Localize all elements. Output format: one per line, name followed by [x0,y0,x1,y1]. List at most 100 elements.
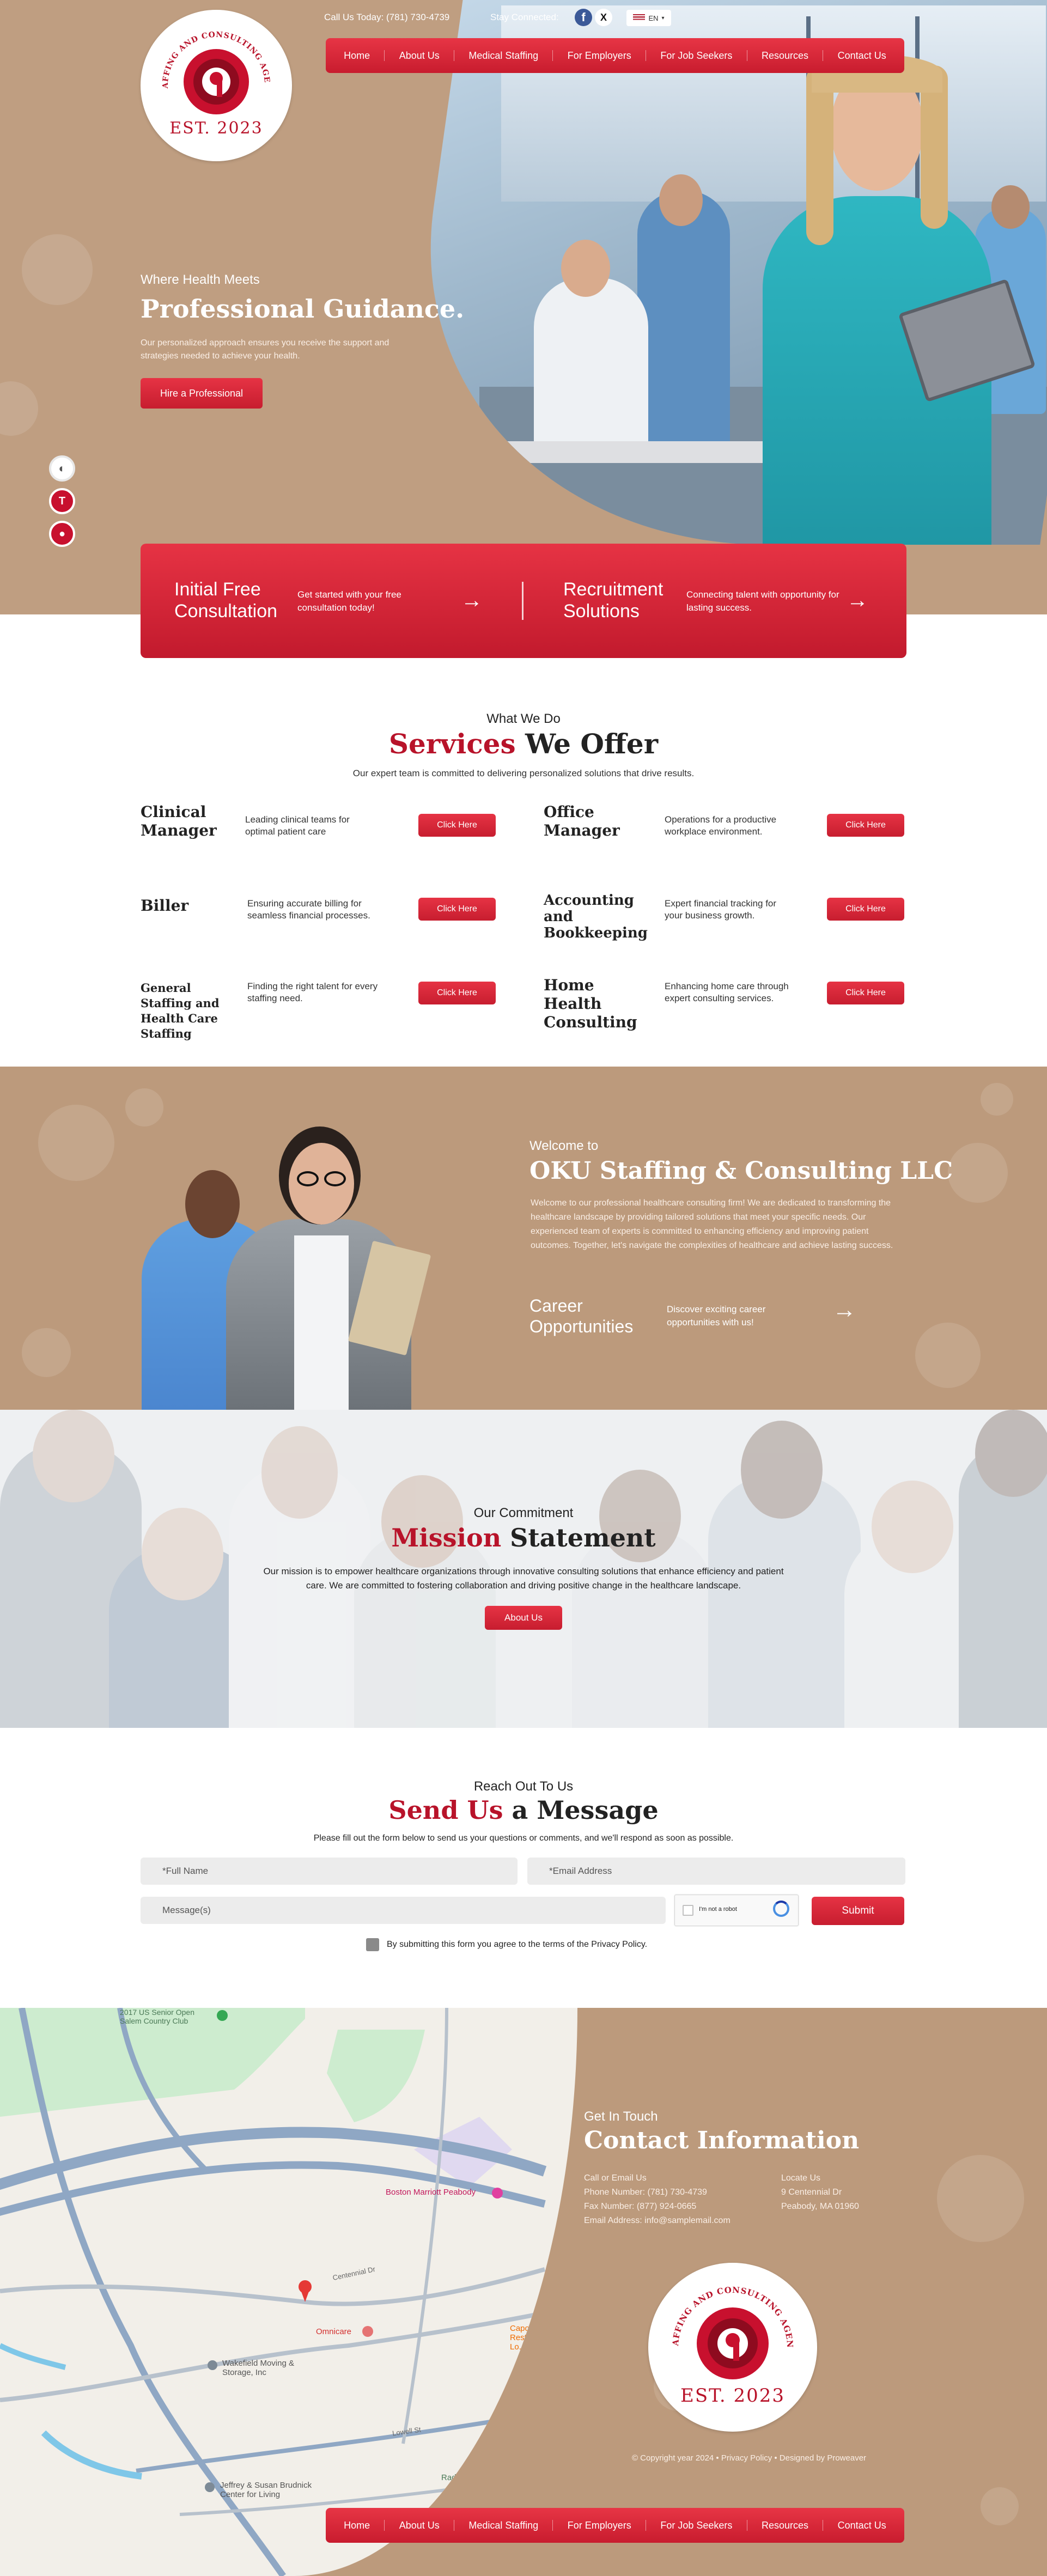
service-click-button[interactable]: Click Here [418,982,496,1004]
footer-nav-item-for-employers[interactable]: For Employers [568,2520,631,2531]
service-desc: Leading clinical teams for optimal patie… [245,814,350,837]
contact-col1-heading: Call or Email Us [584,2173,647,2183]
decor-bubble [981,1083,1013,1116]
services-title-rest: We Offer [515,728,659,760]
contrast-icon[interactable]: ● [49,521,75,547]
nav-item-medical-staffing[interactable]: Medical Staffing [468,50,538,62]
banner-left-body: Get started with your free consultation … [297,589,401,613]
recaptcha-icon [773,1901,789,1917]
facebook-icon[interactable]: f [575,9,592,26]
welcome-eyebrow: Welcome to [529,1138,599,1153]
service-desc: Expert financial tracking for your busin… [665,898,777,921]
form-subtitle: Please fill out the form below to send u… [313,1834,734,1843]
service-click-button[interactable]: Click Here [827,982,904,1004]
hire-professional-button[interactable]: Hire a Professional [141,378,263,409]
decor-bubble [915,1323,981,1388]
decor-bubble [22,234,93,305]
stay-connected-label: Stay Connected: [490,12,559,22]
call-us-text[interactable]: Call Us Today: (781) 730-4739 [324,12,449,23]
footer-nav-item-for-job-seekers[interactable]: For Job Seekers [660,2520,732,2531]
hero-image [386,0,1047,545]
site-logo[interactable]: OKU STAFFING AND CONSULTING AGENCY LLC E… [137,3,292,161]
welcome-title: OKU Staffing & Consulting LLC [529,1157,953,1185]
service-click-button[interactable]: Click Here [827,898,904,921]
banner-right-title[interactable]: Recruitment Solutions [563,578,683,622]
footer-nav-item-about-us[interactable]: About Us [399,2520,440,2531]
footer-nav-item-medical-staffing[interactable]: Medical Staffing [468,2520,538,2531]
service-click-button[interactable]: Click Here [418,898,496,921]
captcha-checkbox[interactable] [683,1905,693,1916]
map-label: Raddin Park [441,2473,486,2482]
footer-nav-item-contact-us[interactable]: Contact Us [838,2520,886,2531]
nav-item-home[interactable]: Home [344,50,370,62]
main-nav: Home About Us Medical Staffing For Emplo… [326,38,904,73]
decor-bubble [948,1143,1008,1203]
submit-button[interactable]: Submit [812,1897,904,1925]
footer-nav-item-resources[interactable]: Resources [762,2520,808,2531]
captcha-label: I'm not a robot [699,1906,737,1913]
language-label: EN [648,14,659,22]
footer-logo[interactable]: OKU STAFFING AND CONSULTING AGENCY LLC E… [644,2255,817,2432]
welcome-body: Welcome to our professional healthcare c… [531,1198,893,1250]
career-title[interactable]: Career Opportunities [529,1295,655,1337]
email-input[interactable]: *Email Address [527,1858,905,1885]
location-map[interactable]: 2017 US Senior Open Salem Country Club B… [0,2008,577,2576]
banner-left-title[interactable]: Initial Free Consultation [174,578,294,622]
x-twitter-icon[interactable]: X [595,9,612,26]
arrow-right-icon[interactable]: → [461,588,483,613]
mission-eyebrow: Our Commitment [473,1506,574,1520]
service-desc: Enhancing home care through expert consu… [665,981,789,1003]
contact-column-address: Locate Us 9 Centennial Dr Peabody, MA 01… [781,2171,859,2214]
nav-item-contact-us[interactable]: Contact Us [838,50,886,62]
decor-bubble [22,1328,71,1377]
footer-nav-item-home[interactable]: Home [344,2520,370,2531]
service-title: Office Manager [544,803,620,839]
service-click-button[interactable]: Click Here [418,814,496,837]
decor-bubble [981,2487,1019,2525]
contact-email[interactable]: Email Address: info@samplemail.com [584,2214,731,2228]
arrow-right-icon[interactable]: → [847,588,868,613]
contact-address-line1: 9 Centennial Dr [781,2188,842,2197]
captcha-widget[interactable]: I'm not a robot [674,1895,799,1926]
form-title: Send Us a Message [0,1795,1047,1825]
contact-fax: Fax Number: (877) 924-0665 [584,2202,697,2211]
logo-est: EST. 2023 [169,119,263,138]
full-name-input[interactable]: *Full Name [141,1858,518,1885]
nav-item-about-us[interactable]: About Us [399,50,440,62]
consent-checkbox[interactable] [366,1938,379,1951]
chevron-down-icon: ▾ [661,15,665,21]
nav-item-for-job-seekers[interactable]: For Job Seekers [660,50,732,62]
services-subtitle: Our expert team is committed to deliveri… [352,768,695,778]
message-input[interactable]: Message(s) [141,1897,666,1924]
footer-copyright[interactable]: © Copyright year 2024 • Privacy Policy •… [561,2453,937,2463]
mission-title-red: Mission [391,1523,502,1552]
language-selector[interactable]: EN ▾ [626,10,671,26]
hero-body: Our personalized approach ensures you re… [141,338,389,361]
nav-item-for-employers[interactable]: For Employers [568,50,631,62]
services-eyebrow: What We Do [486,711,561,726]
sound-icon[interactable]: ◐ [49,455,75,482]
service-title: Biller [141,897,189,915]
about-us-button[interactable]: About Us [485,1606,562,1630]
service-title: General Staffing and Health Care Staffin… [141,981,220,1040]
contact-phone[interactable]: Phone Number: (781) 730-4739 [584,2185,731,2200]
mission-title: Mission Statement [0,1523,1047,1552]
hero-title: Professional Guidance. [141,294,465,324]
service-desc: Ensuring accurate billing for seamless f… [247,898,370,921]
cta-banner: Initial Free Consultation Get started wi… [141,544,906,658]
service-title: Home Health Consulting [544,976,637,1031]
service-click-button[interactable]: Click Here [827,814,904,837]
contact-column-phone: Call or Email Us Phone Number: (781) 730… [584,2171,731,2228]
arrow-right-icon[interactable]: → [832,1296,856,1324]
map-label: Omnicare [316,2327,352,2336]
service-desc: Finding the right talent for every staff… [247,981,378,1003]
text-size-icon[interactable]: T [49,488,75,514]
hero-section: OKU STAFFING AND CONSULTING AGENCY LLC E… [0,0,1047,614]
contact-address-line2: Peabody, MA 01960 [781,2202,859,2211]
nav-item-resources[interactable]: Resources [762,50,808,62]
map-label: Capone's Restaurant & Lo... [510,2324,558,2352]
welcome-section: Welcome to OKU Staffing & Consulting LLC… [0,1067,1047,1410]
mission-body: Our mission is to empower healthcare org… [263,1566,784,1591]
services-section: What We Do Services We Offer Our expert … [0,614,1047,1067]
hero-eyebrow: Where Health Meets [141,272,260,287]
